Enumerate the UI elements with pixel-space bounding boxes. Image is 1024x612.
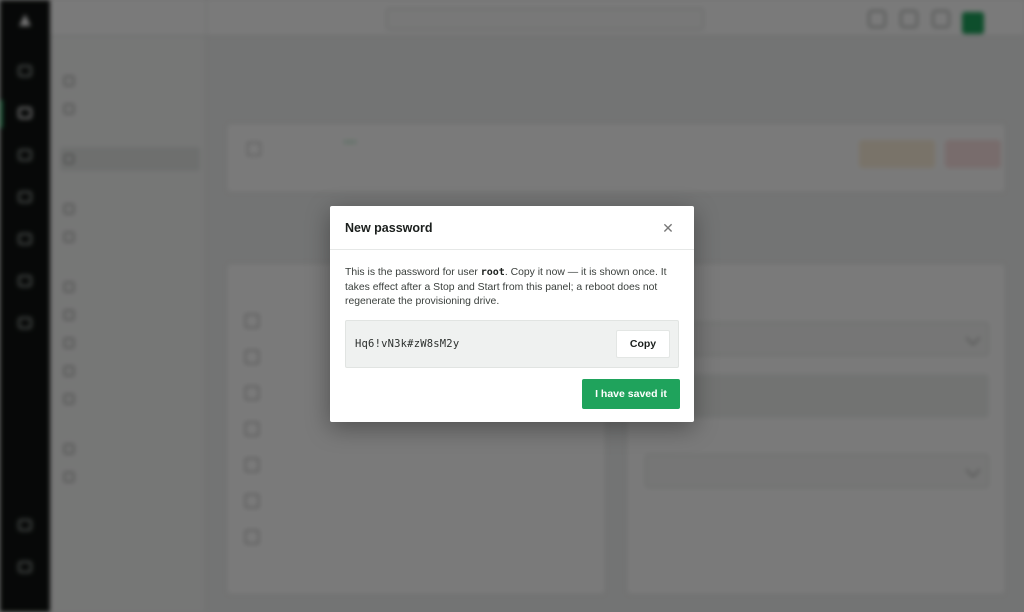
password-box: Hq6!vN3k#zW8sM2y Copy [345, 320, 679, 368]
dialog-title: New password [345, 221, 433, 235]
password-value[interactable]: Hq6!vN3k#zW8sM2y [355, 338, 459, 350]
dialog-header: New password ✕ [330, 206, 694, 250]
copy-button[interactable]: Copy [616, 330, 670, 358]
dialog-message-text: This is the password for user [345, 267, 481, 278]
dialog-message: This is the password for user root. Copy… [345, 266, 681, 310]
confirm-saved-button[interactable]: I have saved it [582, 379, 680, 409]
dialog-user: root [480, 267, 505, 278]
close-icon[interactable]: ✕ [660, 220, 676, 236]
new-password-dialog: New password ✕ This is the password for … [330, 206, 694, 422]
